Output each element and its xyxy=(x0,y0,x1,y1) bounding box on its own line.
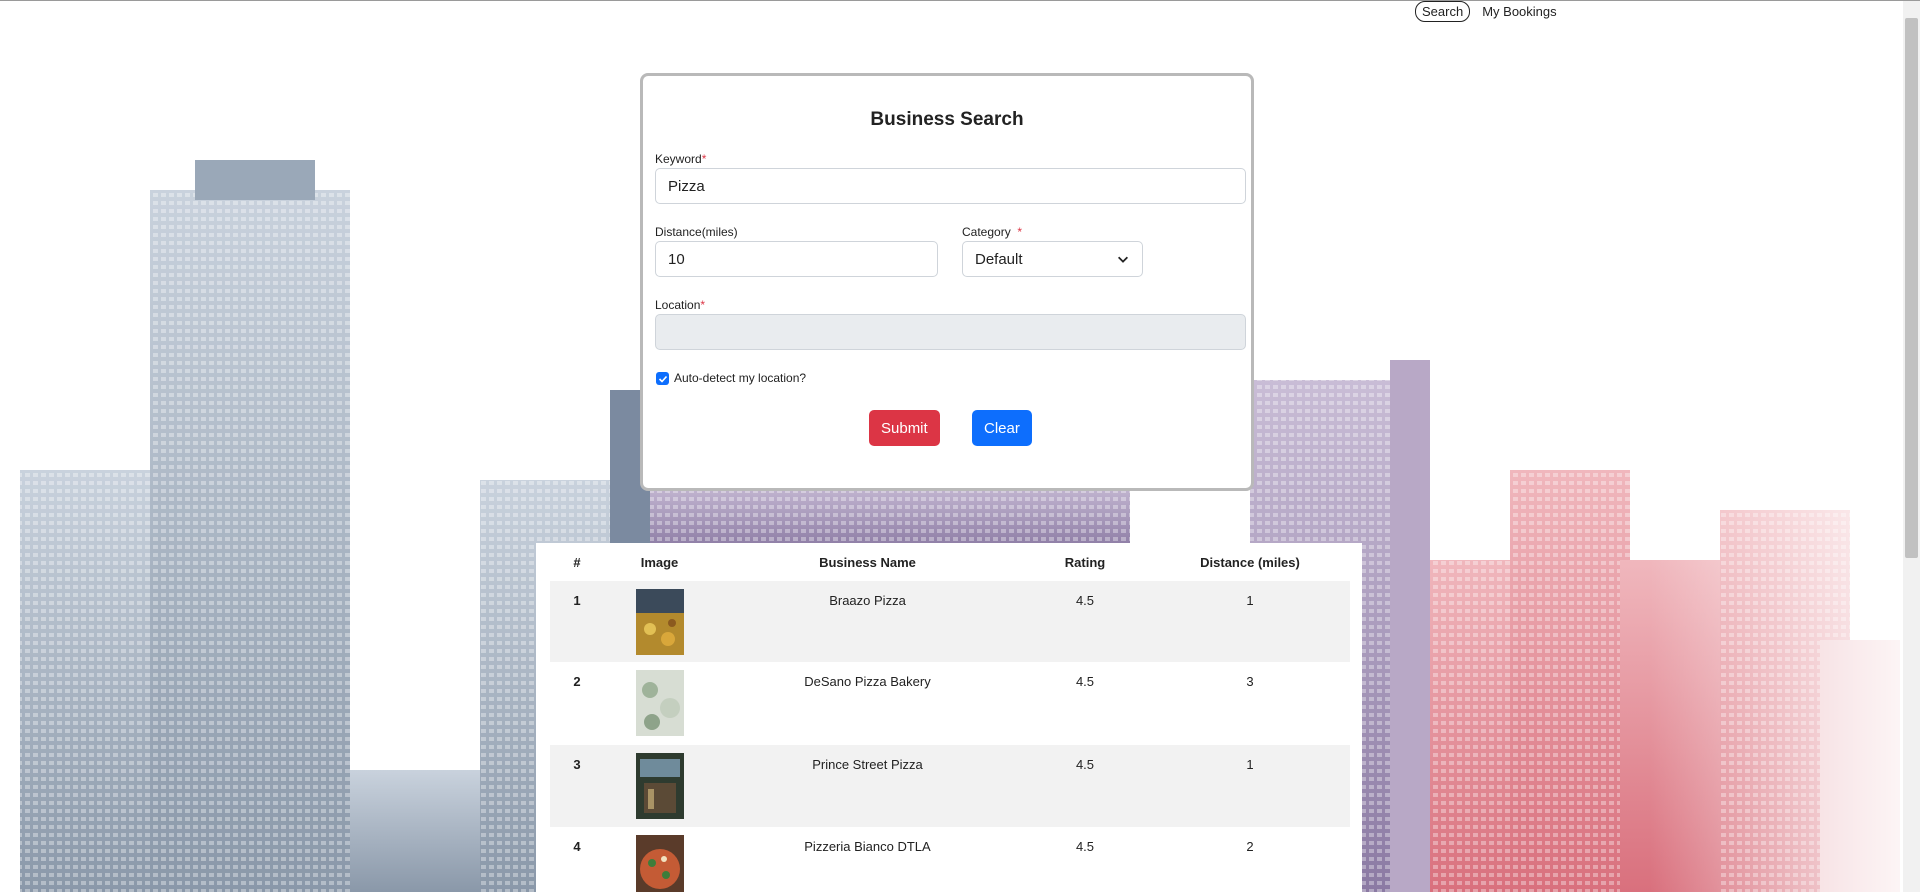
row-business-name[interactable]: DeSano Pizza Bakery xyxy=(715,662,1020,745)
row-index: 1 xyxy=(550,581,604,662)
location-label-text: Location xyxy=(655,298,701,312)
keyword-label: Keyword* xyxy=(655,152,706,166)
row-rating: 4.5 xyxy=(1075,674,1095,689)
row-index: 4 xyxy=(573,839,581,854)
table-row[interactable]: 4 Pizzeria Bianco DTLA 4.5 2 xyxy=(550,827,1350,892)
business-thumbnail xyxy=(635,753,684,819)
nav-search[interactable]: Search xyxy=(1415,1,1471,22)
header-rating: Rating xyxy=(1064,554,1106,570)
auto-detect-label: Auto-detect my location? xyxy=(674,371,807,385)
category-label: Category * xyxy=(962,225,1022,239)
business-thumbnail xyxy=(635,589,684,655)
row-distance: 1 xyxy=(1150,581,1350,662)
checkmark-icon xyxy=(658,375,667,383)
location-required-mark: * xyxy=(700,298,706,312)
row-distance: 3 xyxy=(1246,674,1254,689)
header-distance: Distance (miles) xyxy=(1200,554,1300,570)
clear-button[interactable]: Clear xyxy=(972,410,1032,446)
results-table: # Image Business Name Rating Distance (m… xyxy=(550,543,1350,892)
top-border xyxy=(0,0,1920,1)
header-index: # xyxy=(573,554,581,570)
table-row[interactable]: 1 Braazo Pizza 4.5 1 xyxy=(550,581,1350,662)
category-required-mark: * xyxy=(1017,225,1023,239)
auto-detect-checkbox[interactable] xyxy=(656,372,669,385)
keyword-label-text: Keyword xyxy=(655,152,702,166)
row-image xyxy=(604,827,715,892)
row-business-name[interactable]: Braazo Pizza xyxy=(715,581,1020,662)
form-title: Business Search xyxy=(870,109,1024,130)
submit-button[interactable]: Submit xyxy=(869,410,940,446)
nav-my-bookings[interactable]: My Bookings xyxy=(1476,2,1562,21)
table-header-row: # Image Business Name Rating Distance (m… xyxy=(550,543,1350,581)
category-label-text: Category xyxy=(962,225,1011,239)
row-distance: 1 xyxy=(1150,745,1350,827)
row-rating: 4.5 xyxy=(1020,745,1150,827)
row-index: 3 xyxy=(550,745,604,827)
category-select[interactable]: Default xyxy=(962,241,1143,277)
row-index: 2 xyxy=(573,674,581,689)
row-rating: 4.5 xyxy=(1020,581,1150,662)
category-selected-value: Default xyxy=(975,250,1023,268)
keyword-input[interactable] xyxy=(655,168,1246,204)
row-image xyxy=(604,581,715,662)
table-row[interactable]: 2 DeSano Pizza Bakery 4.5 3 xyxy=(550,662,1350,745)
header-image: Image xyxy=(640,554,679,570)
location-input[interactable] xyxy=(655,314,1246,350)
chevron-down-icon xyxy=(1118,256,1128,263)
business-thumbnail xyxy=(635,670,684,736)
row-image xyxy=(604,745,715,827)
row-rating: 4.5 xyxy=(1075,839,1095,854)
distance-label: Distance(miles) xyxy=(655,225,738,239)
row-business-name[interactable]: Pizzeria Bianco DTLA xyxy=(715,827,1020,892)
row-business-name[interactable]: Prince Street Pizza xyxy=(715,745,1020,827)
row-image xyxy=(604,662,715,745)
business-search-card: Business Search Keyword* Distance(miles)… xyxy=(640,73,1254,491)
location-label: Location* xyxy=(655,298,705,312)
row-distance: 2 xyxy=(1246,839,1254,854)
business-thumbnail xyxy=(635,835,684,892)
keyword-required-mark: * xyxy=(701,152,707,166)
results-panel: # Image Business Name Rating Distance (m… xyxy=(536,543,1362,892)
header-business-name: Business Name xyxy=(819,554,916,570)
table-row[interactable]: 3 Prince Street Pizza 4.5 1 xyxy=(550,745,1350,827)
top-nav: Search My Bookings xyxy=(1415,1,1563,22)
distance-input[interactable] xyxy=(655,241,938,277)
